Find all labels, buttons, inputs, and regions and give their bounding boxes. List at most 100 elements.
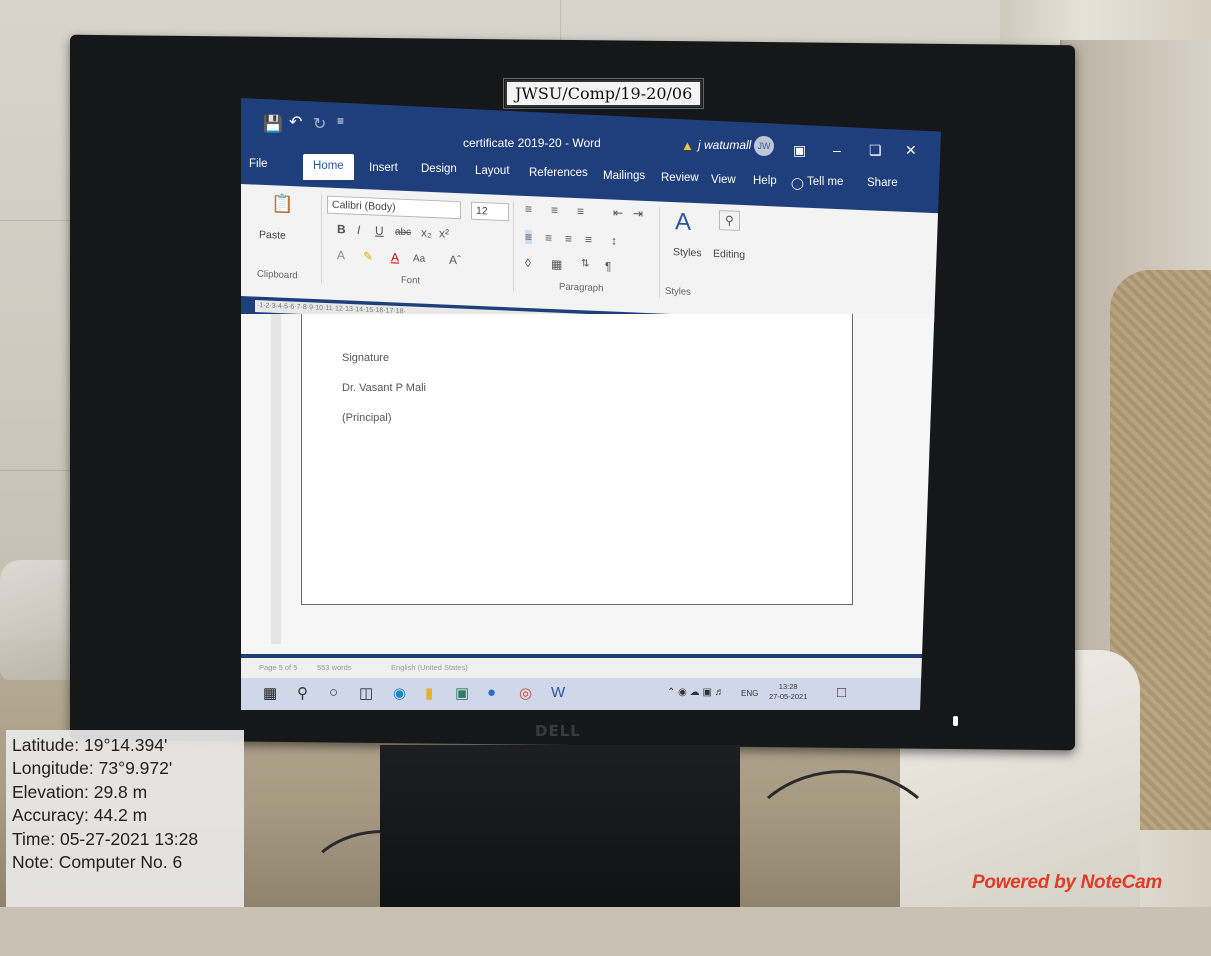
note: Note: Computer No. 6 <box>12 852 183 873</box>
windows-taskbar: ▦ ⚲ ○ ◫ ◉ ▮ ▣ ● ◎ W ⌃ ◉ ☁ ▣ ♬ ENG 13:28 … <box>241 678 941 710</box>
numbering-icon[interactable]: ≡ <box>551 203 558 217</box>
store-icon[interactable]: ▣ <box>455 684 469 702</box>
grow-font-icon[interactable]: Aˆ <box>449 253 461 268</box>
latitude: Latitude: 19°14.394' <box>12 735 168 755</box>
elevation: Elevation: 29.8 m <box>12 781 148 802</box>
align-left-icon[interactable]: ≡ <box>525 229 533 245</box>
windows-start-icon[interactable]: ▦ <box>263 684 277 702</box>
align-center-icon[interactable]: ≡ <box>545 231 552 245</box>
save-icon[interactable]: 💾 <box>263 114 283 134</box>
find-icon[interactable]: ⚲ <box>719 210 740 231</box>
tab-file[interactable]: File <box>249 158 268 170</box>
group-separator <box>659 207 660 298</box>
show-formatting-icon[interactable]: ¶ <box>605 259 611 273</box>
undo-icon[interactable]: ↶ <box>289 112 302 132</box>
highlight-icon[interactable]: ✎ <box>363 249 373 263</box>
warning-icon: ▲ <box>681 138 694 153</box>
customize-toolbar-icon[interactable]: ≡ <box>337 114 344 128</box>
font-color-icon[interactable]: A <box>391 250 399 264</box>
task-view-icon[interactable]: ◫ <box>359 684 373 702</box>
page-count[interactable]: Page 5 of 5 <box>259 658 297 678</box>
underline-icon[interactable]: U <box>375 224 384 238</box>
search-icon[interactable]: ⚲ <box>297 684 308 702</box>
shading-icon[interactable]: ◊ <box>525 256 531 270</box>
font-group-label: Font <box>401 274 421 287</box>
document-line: Dr. Vasant P Mali <box>342 382 426 394</box>
bold-icon[interactable]: B <box>337 222 346 236</box>
tab-help[interactable]: Help <box>753 175 777 187</box>
borders-icon[interactable]: ▦ <box>551 257 562 271</box>
file-explorer-icon[interactable]: ▮ <box>425 684 433 702</box>
editing-button[interactable]: Editing <box>713 248 745 261</box>
monitor-screen: 💾 ↶ ↻ ≡ certificate 2019-20 - Word ▲ j w… <box>241 98 941 710</box>
clock-date: 27-05-2021 <box>769 692 808 701</box>
tab-home[interactable]: Home <box>303 154 354 180</box>
longitude: Longitude: 73°9.972' <box>12 758 173 779</box>
taskbar-clock[interactable]: 13:28 27-05-2021 <box>769 682 807 702</box>
multilevel-list-icon[interactable]: ≡ <box>577 204 584 218</box>
tab-design[interactable]: Design <box>421 163 457 175</box>
vertical-ruler[interactable] <box>271 314 281 644</box>
power-led <box>953 716 958 726</box>
wall-tile-line <box>560 0 561 40</box>
ribbon-tabs: File Home Insert Design Layout Reference… <box>241 154 941 190</box>
document-canvas: Signature Dr. Vasant P Mali (Principal) <box>241 314 941 654</box>
subscript-icon[interactable]: x₂ <box>421 226 432 240</box>
strikethrough-icon[interactable]: abc <box>395 226 411 238</box>
chrome-icon[interactable]: ◎ <box>519 684 532 702</box>
clipboard-group-label: Clipboard <box>257 268 298 282</box>
gps-info-overlay: Latitude: 19°14.394' Longitude: 73°9.972… <box>6 730 244 907</box>
cortana-icon[interactable]: ○ <box>329 684 338 701</box>
timestamp: Time: 05-27-2021 13:28 <box>12 828 199 849</box>
cable <box>740 770 946 936</box>
increase-indent-icon[interactable]: ⇥ <box>633 206 643 220</box>
system-tray-icons[interactable]: ⌃ ◉ ☁ ▣ ♬ <box>667 687 725 698</box>
app-icon[interactable]: ● <box>487 684 496 701</box>
font-name-dropdown[interactable]: Calibri (Body) <box>327 195 461 220</box>
asset-tag-sticker: JWSU/Comp/19-20/06 <box>502 78 705 109</box>
document-page[interactable]: Signature Dr. Vasant P Mali (Principal) <box>301 314 853 605</box>
tell-me-search[interactable]: Tell me <box>807 176 843 188</box>
dell-logo: DELL <box>535 722 581 740</box>
paste-icon[interactable]: 📋 <box>271 193 293 215</box>
align-right-icon[interactable]: ≡ <box>565 232 572 246</box>
tab-mailings[interactable]: Mailings <box>603 170 645 182</box>
change-case-icon[interactable]: Aa <box>413 253 425 265</box>
font-size-dropdown[interactable]: 12 <box>471 201 509 222</box>
tab-review[interactable]: Review <box>661 172 699 184</box>
text-effects-icon[interactable]: A <box>337 248 345 262</box>
word-count[interactable]: 553 words <box>317 658 352 678</box>
edge-icon[interactable]: ◉ <box>393 684 406 702</box>
sort-icon[interactable]: ⇅ <box>581 258 589 269</box>
italic-icon[interactable]: I <box>357 223 360 237</box>
avatar[interactable]: JW <box>754 136 774 156</box>
tab-insert[interactable]: Insert <box>369 162 398 174</box>
styles-button[interactable]: Styles <box>673 246 702 259</box>
lightbulb-icon: ◯ <box>791 178 804 190</box>
superscript-icon[interactable]: x² <box>439 226 449 240</box>
justify-icon[interactable]: ≡ <box>585 232 592 246</box>
paragraph-group-label: Paragraph <box>559 281 604 295</box>
tab-layout[interactable]: Layout <box>475 165 510 177</box>
tab-references[interactable]: References <box>529 167 588 179</box>
monitor-stand <box>380 745 740 907</box>
group-separator <box>513 201 514 292</box>
language-status[interactable]: English (United States) <box>391 658 468 678</box>
redo-icon[interactable]: ↻ <box>313 114 326 134</box>
input-language[interactable]: ENG <box>741 689 758 698</box>
document-title: certificate 2019-20 - Word <box>463 136 601 150</box>
tab-view[interactable]: View <box>711 174 736 186</box>
notecam-watermark: Powered by NoteCam <box>972 872 1162 893</box>
document-line: Signature <box>342 352 390 364</box>
user-name[interactable]: j watumall <box>698 138 751 152</box>
notifications-icon[interactable]: □ <box>837 684 846 701</box>
styles-icon[interactable]: A <box>675 208 691 237</box>
share-button[interactable]: Share <box>867 177 898 189</box>
clock-time: 13:28 <box>778 682 798 691</box>
decrease-indent-icon[interactable]: ⇤ <box>613 206 623 220</box>
paste-button[interactable]: Paste <box>259 229 286 242</box>
line-spacing-icon[interactable]: ↕ <box>611 234 617 248</box>
bullets-icon[interactable]: ≡ <box>525 202 532 216</box>
accuracy: Accuracy: 44.2 m <box>12 805 148 826</box>
word-taskbar-icon[interactable]: W <box>551 684 565 701</box>
